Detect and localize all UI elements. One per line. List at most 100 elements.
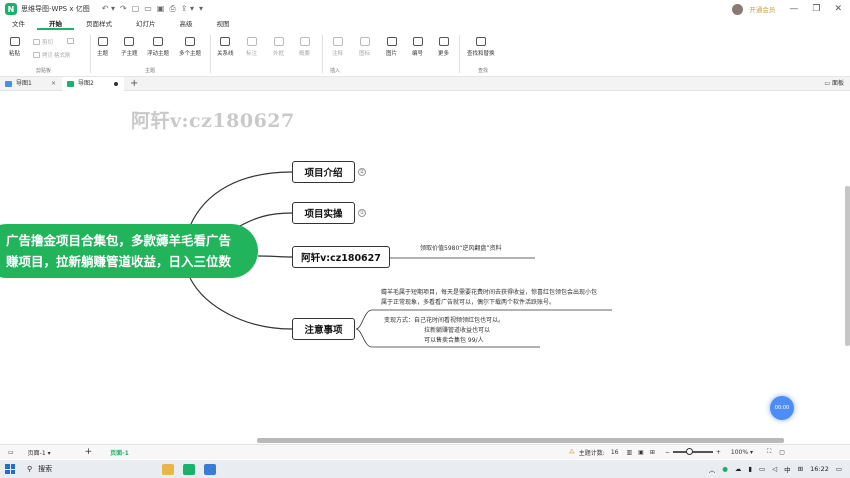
divider <box>210 35 211 73</box>
topic-contact[interactable]: 阿轩v:cz180627 <box>292 246 390 268</box>
horizontal-scrollbar[interactable] <box>257 438 784 443</box>
notes-text-2[interactable]: 变现方式：自己花时间看视频领红包也可以。 拉新躺赚管道收益也可以 可以售卖合集包… <box>384 316 504 346</box>
subtopic-button[interactable]: 子主题 <box>121 37 138 57</box>
undo-icon[interactable]: ↶ ▾ <box>102 4 115 14</box>
contact-note[interactable]: 领取价值5980“逆风翻盘”资料 <box>420 244 502 254</box>
central-topic-line-1: 广告撸金项目合集包，多款薅羊毛看广告 <box>6 233 232 248</box>
more-label: 更多 <box>438 51 450 57</box>
doc-tab-1[interactable]: 导图1 × <box>0 77 62 91</box>
redo-icon[interactable]: ↷ <box>120 4 127 14</box>
zoom-in-icon[interactable]: + <box>716 449 721 456</box>
screen-recorder-icon[interactable] <box>204 463 217 475</box>
relationship-button[interactable]: 关系线 <box>217 37 234 57</box>
numbering-button[interactable]: 编号 <box>412 37 423 57</box>
mindmap-canvas[interactable]: 阿轩v:cz180627 广告撸金项目合集包，多款薅羊毛看广告 赚项目，拉新躺赚… <box>0 92 850 444</box>
marker-icon <box>359 37 370 46</box>
zoom-slider[interactable] <box>672 448 713 456</box>
system-tray: ︿ ● ☁ ▮ ▭ ◁ 中 ⊞ 16:22 ▭ <box>709 460 842 478</box>
ime-indicator[interactable]: 中 <box>784 464 791 474</box>
tab-page-style[interactable]: 页面样式 <box>74 18 124 30</box>
zoom-level[interactable]: 100% ▾ <box>731 449 753 456</box>
open-icon[interactable]: ▭ <box>144 4 152 14</box>
save-icon[interactable]: ▣ <box>157 4 165 14</box>
format-painter-button[interactable]: 格式刷 <box>54 51 71 59</box>
callout-button[interactable]: 标注 <box>246 37 257 57</box>
topic-button[interactable]: 主题 <box>97 37 108 57</box>
summary-icon <box>299 37 310 46</box>
close-icon[interactable]: ✕ <box>834 4 842 14</box>
tab-start[interactable]: 开始 <box>37 18 74 30</box>
fullscreen-fit-icon[interactable]: ⊞ <box>650 449 655 456</box>
note-line: 属于正常现象，多看看广告就可以，偶尔下载两个软件活跃账号。 <box>381 299 556 306</box>
view-mode-icon[interactable]: ▥ <box>626 449 632 456</box>
multi-topic-button[interactable]: 多个主题 <box>179 37 201 57</box>
page-list-icon[interactable]: ▭ <box>8 449 14 456</box>
microphone-icon[interactable]: ▮ <box>748 465 752 473</box>
print-icon[interactable]: ⎙ <box>169 4 175 14</box>
topic-project-intro[interactable]: 项目介绍 <box>292 161 355 183</box>
export-icon[interactable]: ⇪ ▾ <box>181 4 194 14</box>
add-page-icon[interactable]: + <box>85 447 93 457</box>
wechat-icon[interactable]: ● <box>722 465 728 473</box>
note-button[interactable]: 注释 <box>332 37 343 57</box>
paste-button[interactable]: 粘贴 <box>9 37 20 57</box>
collapse-count-badge[interactable]: ① <box>358 209 366 217</box>
summary-button[interactable]: 概要 <box>299 37 310 57</box>
restore-icon[interactable]: ❐ <box>812 4 820 14</box>
cut-button[interactable]: 剪切 <box>33 38 53 46</box>
vertical-scrollbar[interactable] <box>845 186 850 346</box>
mindmap-app-icon[interactable] <box>183 463 196 475</box>
close-tab-icon[interactable]: × <box>51 77 56 91</box>
fullscreen-icon[interactable]: ⛶ <box>767 448 771 456</box>
page-tab-1[interactable]: 页面-1 <box>110 448 129 457</box>
find-replace-button[interactable]: 查找和替换 <box>467 37 495 57</box>
picture-button[interactable]: 图片 <box>386 37 397 57</box>
tab-view[interactable]: 视图 <box>205 18 242 30</box>
taskbar-search[interactable]: ⚲ 搜索 <box>27 464 52 474</box>
fit-page-icon[interactable]: ▣ <box>638 449 644 456</box>
avatar[interactable] <box>732 3 744 15</box>
network-icon[interactable]: ▭ <box>759 465 765 473</box>
collapse-count-badge[interactable]: ② <box>358 168 366 176</box>
divider <box>322 35 323 73</box>
brush-icon[interactable] <box>67 38 74 44</box>
cloud-icon[interactable]: ☁ <box>735 465 742 473</box>
presentation-icon[interactable]: ▢ <box>779 449 785 456</box>
tab-file[interactable]: 文件 <box>0 18 37 30</box>
more-button[interactable]: 更多 <box>438 37 449 57</box>
menu-bar: 文件 开始 页面样式 幻灯片 高级 视图 <box>0 18 850 30</box>
floating-topic-button[interactable]: 浮动主题 <box>147 37 169 57</box>
zoom-out-icon[interactable]: − <box>665 449 670 456</box>
file-explorer-icon[interactable] <box>162 463 175 475</box>
icon-button[interactable]: 图标 <box>359 37 370 57</box>
tray-chevron-icon[interactable]: ︿ <box>709 464 716 474</box>
subtopic-label: 子主题 <box>121 51 138 57</box>
tab-advanced[interactable]: 高级 <box>168 18 205 30</box>
vip-link[interactable]: 开通会员 <box>749 4 775 14</box>
notification-icon[interactable]: ▭ <box>836 465 842 473</box>
zoom-slider-knob[interactable] <box>685 448 693 456</box>
panel-button[interactable]: ▭ 面板 <box>824 77 844 91</box>
volume-icon[interactable]: ◁ <box>772 465 777 473</box>
copy-button[interactable]: 拷贝 <box>33 51 53 59</box>
find-group-label: 查找 <box>478 68 489 74</box>
page-selector[interactable]: 页面-1 ▾ <box>28 448 51 457</box>
doc-tab-2[interactable]: 导图2 <box>62 76 124 91</box>
windows-start-icon[interactable] <box>5 464 15 474</box>
boundary-button[interactable]: 外框 <box>273 37 284 57</box>
input-mode-icon[interactable]: ⊞ <box>798 465 803 473</box>
central-topic[interactable]: 广告撸金项目合集包，多款薅羊毛看广告 赚项目，拉新躺赚管道收益，日入三位数 <box>0 224 258 278</box>
new-tab-icon[interactable]: + <box>130 78 138 89</box>
clipboard-group-label: 剪贴板 <box>36 68 52 74</box>
topic-notes[interactable]: 注意事项 <box>292 318 355 340</box>
branch-line-1 <box>189 171 293 227</box>
notes-text-1[interactable]: 薅羊毛属于短期项目，每天是需要花费时间去获得收益，惊喜红包领包会出现小包 属于正… <box>381 288 597 308</box>
floating-timer-button[interactable]: 00:00 <box>770 396 794 420</box>
topic-project-practice[interactable]: 项目实操 <box>292 202 355 224</box>
more-icon[interactable]: ▾ <box>199 4 203 14</box>
clock[interactable]: 16:22 <box>810 465 829 473</box>
tab-slides[interactable]: 幻灯片 <box>124 18 168 30</box>
topic-group-label: 主题 <box>145 68 156 74</box>
minimize-icon[interactable]: — <box>789 4 798 14</box>
new-file-icon[interactable]: ▢ <box>132 4 140 14</box>
